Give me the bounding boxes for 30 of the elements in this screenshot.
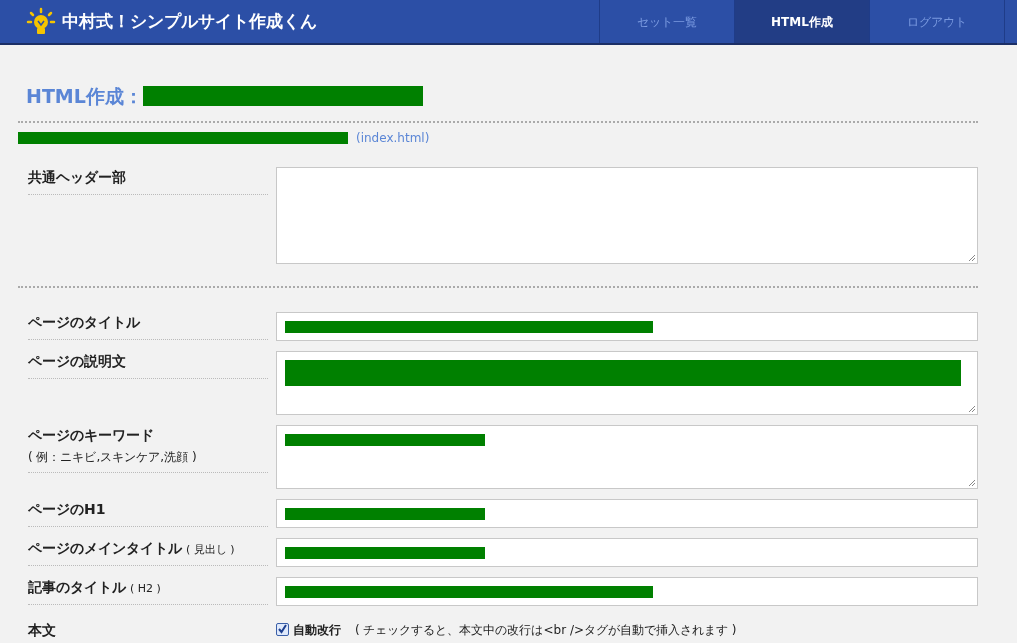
field-label: ページの説明文 (28, 351, 126, 371)
checkbox-label: 自動改行 (293, 621, 341, 639)
field-label: ページのメインタイトル (28, 538, 182, 558)
checkbox[interactable] (276, 623, 289, 636)
help-note: ( チェックすると、本文中の改行は<br />タグが自動で挿入されます ) (355, 621, 737, 639)
field-label: ページのタイトル (28, 312, 140, 332)
textarea-field[interactable] (276, 424, 978, 489)
lightbulb-icon (26, 6, 56, 37)
file-link[interactable]: (index.html) (356, 128, 430, 147)
input-field[interactable] (276, 498, 978, 528)
field-label: ページのキーワード (28, 425, 154, 445)
resize-handle-icon[interactable] (968, 478, 976, 487)
resize-handle-icon[interactable] (968, 404, 976, 413)
field-label: ページのH1 (28, 499, 106, 519)
input-field[interactable] (276, 311, 978, 341)
page-heading: HTML作成： (26, 84, 143, 109)
input-field[interactable] (276, 537, 978, 567)
field-label: 記事のタイトル (28, 577, 126, 597)
label-note: ( H2 ) (130, 580, 161, 597)
label-hint: ( 例：ニキビ,スキンケア,洗顔 ) (28, 448, 198, 466)
resize-handle-icon[interactable] (968, 253, 976, 262)
nav-tab[interactable]: HTML作成 (735, 0, 870, 43)
app-title: 中村式！シンプルサイト作成くん (62, 9, 317, 33)
textarea-field[interactable] (276, 166, 978, 264)
nav-tab[interactable]: ログアウト (870, 0, 1005, 43)
field-label: 共通ヘッダー部 (28, 167, 126, 187)
input-field[interactable] (276, 576, 978, 606)
label-note: ( 見出し ) (186, 541, 235, 558)
field-label: 本文 (28, 621, 56, 638)
textarea-field[interactable] (276, 350, 978, 415)
